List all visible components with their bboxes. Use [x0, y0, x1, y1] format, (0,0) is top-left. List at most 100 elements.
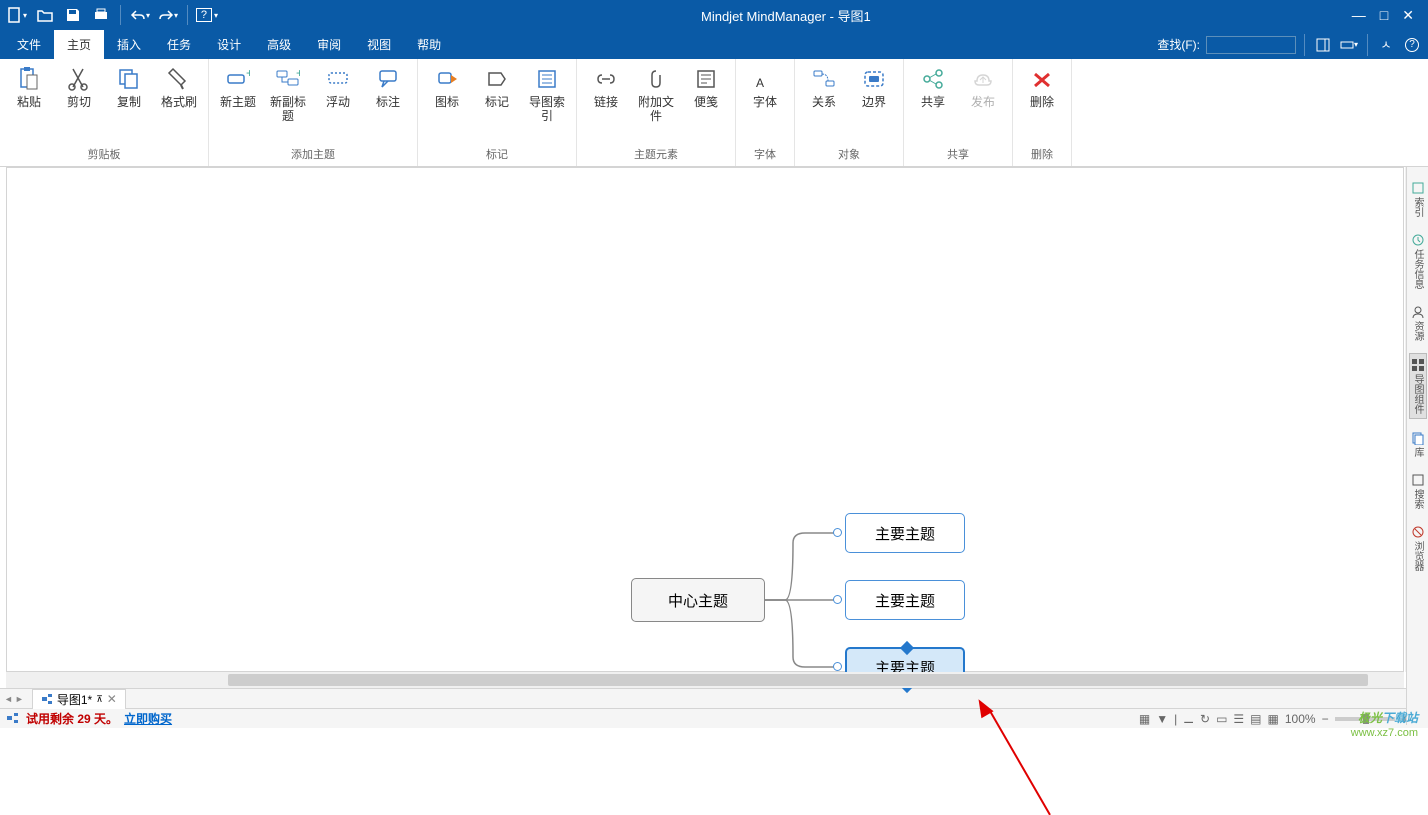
- menu-review[interactable]: 审阅: [304, 30, 354, 59]
- copy-icon: [117, 67, 141, 91]
- panel-tab-task[interactable]: 任务信息: [1409, 229, 1427, 293]
- status-bar: 试用剩余 29 天。 立即购买 ▦ ▼ | ⚊ ↻ ▭ ☰ ▤ ▦ 100% −…: [0, 708, 1428, 728]
- menu-design[interactable]: 设计: [204, 30, 254, 59]
- save-button[interactable]: [60, 3, 86, 27]
- floating-icon: [326, 67, 350, 91]
- map-index-button[interactable]: 导图索引: [524, 63, 570, 144]
- panel-tab-index[interactable]: 索引: [1409, 177, 1427, 221]
- menu-help[interactable]: 帮助: [404, 30, 454, 59]
- maximize-button[interactable]: □: [1380, 7, 1388, 24]
- paste-button[interactable]: 粘贴: [6, 63, 52, 144]
- help-button[interactable]: ?: [1402, 35, 1422, 55]
- undo-button[interactable]: ▾: [127, 3, 153, 27]
- publish-button[interactable]: 发布: [960, 63, 1006, 144]
- relation-button[interactable]: 关系: [801, 63, 847, 144]
- mindmap-canvas[interactable]: 中心主题 主要主题 主要主题 主要主题: [6, 167, 1404, 672]
- ribbon-group-element: 链接 附加文件 便笺 主题元素: [577, 59, 736, 166]
- marker-icon: [485, 67, 509, 91]
- topic-icon: +: [226, 67, 250, 91]
- new-topic-button[interactable]: +新主题: [215, 63, 261, 144]
- ribbon-group-marker: 图标 标记 导图索引 标记: [418, 59, 577, 166]
- menu-view[interactable]: 视图: [354, 30, 404, 59]
- zoom-minus-button[interactable]: −: [1322, 712, 1329, 726]
- cut-button[interactable]: 剪切: [56, 63, 102, 144]
- panel-tab-browser[interactable]: 浏览器: [1409, 521, 1427, 575]
- callout-button[interactable]: 标注: [365, 63, 411, 144]
- ribbon: 粘贴 剪切 复制 格式刷 剪贴板 +新主题 +新副标题 浮动 标注 添加主题 图…: [0, 59, 1428, 167]
- view-mode-icon[interactable]: ▦: [1139, 712, 1150, 726]
- panel-tab-library[interactable]: 库: [1409, 427, 1427, 461]
- format-painter-button[interactable]: 格式刷: [156, 63, 202, 144]
- canvas-area: 中心主题 主要主题 主要主题 主要主题: [0, 167, 1428, 688]
- main-topic-node-2[interactable]: 主要主题: [845, 580, 965, 620]
- zoom-out-button[interactable]: ⚊: [1183, 712, 1194, 726]
- title-bar: ▾ ▾ ▾ ?▾ Mindjet MindManager - 导图1 — □ ✕: [0, 0, 1428, 30]
- horizontal-scrollbar[interactable]: [6, 672, 1404, 688]
- floating-topic-button[interactable]: 浮动: [315, 63, 361, 144]
- menu-bar: 文件 主页 插入 任务 设计 高级 审阅 视图 帮助 查找(F): ▾ ㅅ ?: [0, 30, 1428, 59]
- note-button[interactable]: 便笺: [683, 63, 729, 144]
- refresh-icon[interactable]: ↻: [1200, 712, 1210, 726]
- copy-button[interactable]: 复制: [106, 63, 152, 144]
- panel-toggle-button[interactable]: [1313, 35, 1333, 55]
- collapse-ribbon-button[interactable]: ㅅ: [1376, 35, 1396, 55]
- window-title: Mindjet MindManager - 导图1: [220, 6, 1352, 25]
- redo-button[interactable]: ▾: [155, 3, 181, 27]
- brush-icon: [167, 67, 191, 91]
- menu-task[interactable]: 任务: [154, 30, 204, 59]
- delete-icon: [1030, 67, 1054, 91]
- doc-tab-nav[interactable]: ◄►: [4, 694, 24, 704]
- center-topic-node[interactable]: 中心主题: [631, 578, 765, 622]
- outline-icon[interactable]: ☰: [1233, 712, 1244, 726]
- filter-icon[interactable]: ▼: [1156, 712, 1168, 726]
- boundary-button[interactable]: 边界: [851, 63, 897, 144]
- ribbon-group-topic: +新主题 +新副标题 浮动 标注 添加主题: [209, 59, 418, 166]
- gantt-icon[interactable]: ▤: [1250, 712, 1261, 726]
- document-tab[interactable]: 导图1* ⊼ ✕: [32, 689, 126, 709]
- panel-tab-search[interactable]: 搜索: [1409, 469, 1427, 513]
- minimize-button[interactable]: —: [1352, 7, 1366, 24]
- right-side-panel: 索引 任务信息 资源 导图组件 库 搜索 浏览器: [1406, 167, 1428, 725]
- buy-now-link[interactable]: 立即购买: [124, 710, 172, 727]
- close-button[interactable]: ✕: [1402, 7, 1414, 24]
- boundary-icon: [862, 67, 886, 91]
- close-tab-button[interactable]: ✕: [107, 692, 117, 706]
- main-topic-node-1[interactable]: 主要主题: [845, 513, 965, 553]
- attach-button[interactable]: 附加文件: [633, 63, 679, 144]
- new-subtopic-button[interactable]: +新副标题: [265, 63, 311, 144]
- menu-insert[interactable]: 插入: [104, 30, 154, 59]
- help-dropdown[interactable]: ?▾: [194, 3, 220, 27]
- status-icon: [6, 713, 20, 725]
- svg-text:+: +: [296, 69, 300, 80]
- ribbon-group-object: 关系 边界 对象: [795, 59, 904, 166]
- delete-button[interactable]: 删除: [1019, 63, 1065, 144]
- menu-advanced[interactable]: 高级: [254, 30, 304, 59]
- document-tab-label: 导图1*: [57, 691, 92, 708]
- print-button[interactable]: [88, 3, 114, 27]
- attach-icon: [644, 67, 668, 91]
- font-icon: A: [753, 67, 777, 91]
- find-label: 查找(F):: [1157, 36, 1200, 53]
- connection-port[interactable]: [833, 662, 842, 671]
- menu-file[interactable]: 文件: [4, 30, 54, 59]
- ruler-button[interactable]: ▾: [1339, 35, 1359, 55]
- layout-icon[interactable]: ▭: [1216, 712, 1227, 726]
- font-button[interactable]: A字体: [742, 63, 788, 144]
- open-button[interactable]: [32, 3, 58, 27]
- publish-icon: [971, 67, 995, 91]
- zoom-slider[interactable]: [1335, 717, 1395, 721]
- pin-icon[interactable]: ⊼: [96, 694, 103, 705]
- menu-home[interactable]: 主页: [54, 30, 104, 59]
- find-input[interactable]: [1206, 36, 1296, 54]
- calendar-icon[interactable]: ▦: [1268, 712, 1279, 726]
- panel-tab-component[interactable]: 导图组件: [1409, 353, 1427, 419]
- quick-access-toolbar: ▾ ▾ ▾ ?▾: [4, 3, 220, 27]
- panel-tab-resource[interactable]: 资源: [1409, 301, 1427, 345]
- share-button[interactable]: 共享: [910, 63, 956, 144]
- link-button[interactable]: 链接: [583, 63, 629, 144]
- connection-port[interactable]: [833, 528, 842, 537]
- connection-port[interactable]: [833, 595, 842, 604]
- new-doc-button[interactable]: ▾: [4, 3, 30, 27]
- icon-button[interactable]: 图标: [424, 63, 470, 144]
- marker-button[interactable]: 标记: [474, 63, 520, 144]
